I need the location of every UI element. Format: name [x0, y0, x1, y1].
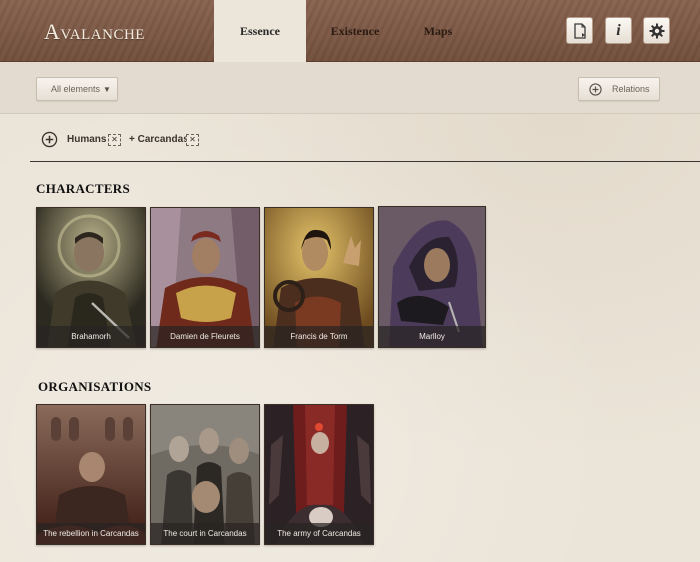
info-button[interactable]: i [605, 17, 632, 44]
card-caption: The rebellion in Carcandas [37, 523, 145, 544]
section-title-characters: CHARACTERS [36, 181, 131, 196]
gear-icon [649, 23, 664, 38]
toolbar: All elements ▼ Relations [0, 62, 700, 114]
character-card-damien-de-fleurets[interactable]: Damien de Fleurets [150, 207, 260, 348]
document-icon [573, 22, 586, 39]
tab-essence[interactable]: Essence [214, 0, 306, 62]
remove-chip-humans-button[interactable]: ✕ [108, 134, 121, 146]
new-document-button[interactable] [566, 17, 593, 44]
filter-chip-carcandas: + Carcandas [129, 134, 189, 145]
element-filter-dropdown[interactable]: All elements ▼ [36, 77, 118, 101]
app-logo: Avalanche [44, 19, 145, 44]
remove-chip-carcandas-button[interactable]: ✕ [186, 134, 199, 146]
card-caption: Damien de Fleurets [151, 326, 259, 347]
card-caption: Marlloy [379, 326, 485, 347]
organisation-card-court[interactable]: The court in Carcandas [150, 404, 260, 545]
card-caption: The court in Carcandas [151, 523, 259, 544]
card-caption: The army of Carcandas [265, 523, 373, 544]
tab-existence[interactable]: Existence [318, 0, 392, 62]
add-filter-button[interactable] [41, 131, 58, 148]
character-card-brahamorh[interactable]: Brahamorh [36, 207, 146, 348]
caret-down-icon: ▼ [103, 84, 111, 94]
dropdown-label: All elements [51, 84, 101, 94]
relations-label: Relations [612, 84, 650, 94]
filters-divider [30, 161, 700, 162]
character-card-francis-de-torm[interactable]: Francis de Torm [264, 207, 374, 348]
settings-button[interactable] [643, 17, 670, 44]
app-header: Avalanche Essence Existence Maps i [0, 0, 700, 62]
info-icon: i [616, 21, 621, 39]
plus-circle-icon [589, 82, 602, 96]
organisation-card-rebellion[interactable]: The rebellion in Carcandas [36, 404, 146, 545]
card-caption: Francis de Torm [265, 326, 373, 347]
organisation-card-army[interactable]: The army of Carcandas [264, 404, 374, 545]
filter-chip-humans: Humans [67, 134, 107, 145]
relations-button[interactable]: Relations [578, 77, 660, 101]
section-title-organisations: ORGANISATIONS [38, 379, 152, 394]
tab-maps[interactable]: Maps [418, 0, 458, 62]
card-caption: Brahamorh [37, 326, 145, 347]
character-card-marlloy[interactable]: Marlloy [378, 206, 486, 348]
